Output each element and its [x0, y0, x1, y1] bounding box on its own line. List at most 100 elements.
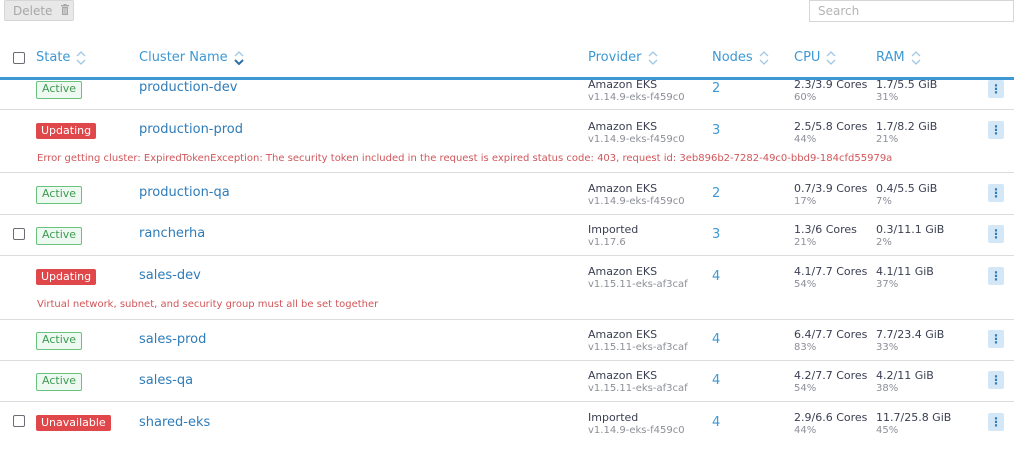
ram-value: 4.2/11 GiB [876, 369, 934, 382]
nodes-count: 2 [712, 81, 721, 96]
cpu-value: 1.3/6 Cores [794, 223, 857, 236]
column-header-state[interactable]: State [36, 50, 86, 65]
column-header-provider[interactable]: Provider [588, 50, 658, 65]
cpu-value: 4.1/7.7 Cores [794, 265, 868, 278]
kebab-icon[interactable]: ⋮ [988, 80, 1004, 98]
provider-name: Amazon EKS [588, 369, 658, 382]
cpu-value: 2.9/6.6 Cores [794, 411, 868, 424]
kebab-icon[interactable]: ⋮ [988, 184, 1004, 202]
provider-cell: Amazon EKS v1.14.9-eks-f459c0 [588, 78, 685, 104]
ram-cell: 4.2/11 GiB 38% [876, 369, 934, 395]
cluster-name-link[interactable]: production-prod [139, 122, 243, 137]
ram-cell: 11.7/25.8 GiB 45% [876, 411, 951, 437]
cluster-name-link[interactable]: sales-qa [139, 373, 193, 388]
cluster-name-link[interactable]: shared-eks [139, 415, 210, 430]
kebab-icon[interactable]: ⋮ [988, 121, 1004, 139]
cpu-percent: 17% [794, 196, 817, 207]
column-header-ram[interactable]: RAM [876, 50, 921, 65]
sort-icon [759, 50, 769, 65]
cpu-value: 2.5/5.8 Cores [794, 120, 868, 133]
status-badge: Updating [36, 269, 97, 285]
column-header-cluster-name-label: Cluster Name [139, 50, 228, 65]
cluster-name-link[interactable]: rancherha [139, 226, 205, 241]
cpu-cell: 6.4/7.7 Cores 83% [794, 328, 867, 354]
column-header-nodes[interactable]: Nodes [712, 50, 769, 65]
column-header-ram-label: RAM [876, 50, 905, 65]
ram-value: 11.7/25.8 GiB [876, 411, 952, 424]
sort-icon [648, 50, 658, 65]
cluster-name-link[interactable]: sales-prod [139, 332, 206, 347]
sort-icon [911, 50, 921, 65]
cpu-percent: 44% [794, 134, 817, 145]
cluster-name-link[interactable]: production-dev [139, 80, 237, 95]
status-badge: Unavailable [36, 415, 111, 431]
provider-name: Amazon EKS [588, 265, 658, 278]
column-header-cluster-name[interactable]: Cluster Name [139, 50, 244, 65]
ram-value: 1.7/8.2 GiB [876, 120, 938, 133]
column-header-provider-label: Provider [588, 50, 642, 65]
kebab-icon[interactable]: ⋮ [988, 267, 1004, 285]
row-checkbox[interactable] [13, 228, 25, 240]
cpu-percent: 54% [794, 279, 817, 290]
provider-name: Amazon EKS [588, 120, 658, 133]
search-input[interactable] [809, 0, 1014, 22]
cpu-value: 4.2/7.7 Cores [794, 369, 868, 382]
nodes-count: 4 [712, 269, 721, 284]
ram-value: 4.1/11 GiB [876, 265, 934, 278]
cpu-cell: 4.2/7.7 Cores 54% [794, 369, 867, 395]
column-header-cpu-label: CPU [794, 50, 821, 65]
provider-cell: Amazon EKS v1.15.11-eks-af3caf [588, 328, 688, 354]
sort-down-icon [233, 50, 244, 65]
ram-percent: 31% [876, 92, 899, 103]
cpu-value: 6.4/7.7 Cores [794, 328, 868, 341]
cpu-cell: 4.1/7.7 Cores 54% [794, 265, 867, 291]
provider-version: v1.14.9-eks-f459c0 [588, 92, 685, 103]
row-divider [0, 319, 1014, 320]
status-badge: Updating [36, 123, 97, 139]
provider-name: Amazon EKS [588, 328, 658, 341]
kebab-icon[interactable]: ⋮ [988, 225, 1004, 243]
cpu-cell: 2.5/5.8 Cores 44% [794, 120, 867, 146]
kebab-icon[interactable]: ⋮ [988, 330, 1004, 348]
ram-percent: 21% [876, 134, 899, 145]
provider-cell: Imported v1.17.6 [588, 223, 638, 249]
provider-version: v1.15.11-eks-af3caf [588, 383, 688, 394]
ram-percent: 2% [876, 237, 892, 248]
row-checkbox[interactable] [13, 415, 25, 427]
cluster-name-link[interactable]: sales-dev [139, 268, 201, 283]
status-badge: Active [36, 81, 83, 99]
provider-name: Imported [588, 411, 639, 424]
delete-button[interactable]: Delete [4, 0, 74, 21]
column-header-nodes-label: Nodes [712, 50, 753, 65]
ram-percent: 37% [876, 279, 899, 290]
delete-label: Delete [13, 4, 53, 18]
ram-cell: 4.1/11 GiB 37% [876, 265, 934, 291]
provider-cell: Imported v1.14.9-eks-f459c0 [588, 411, 685, 437]
cpu-cell: 2.9/6.6 Cores 44% [794, 411, 867, 437]
sort-icon [76, 50, 86, 65]
row-divider [0, 214, 1014, 215]
cpu-percent: 44% [794, 425, 817, 436]
ram-cell: 0.4/5.5 GiB 7% [876, 182, 937, 208]
kebab-icon[interactable]: ⋮ [988, 413, 1004, 431]
kebab-icon[interactable]: ⋮ [988, 371, 1004, 389]
select-all-checkbox[interactable] [13, 52, 25, 64]
nodes-count: 4 [712, 332, 721, 347]
nodes-count: 4 [712, 415, 721, 430]
ram-value: 7.7/23.4 GiB [876, 328, 945, 341]
ram-cell: 1.7/8.2 GiB 21% [876, 120, 937, 146]
cpu-cell: 2.3/3.9 Cores 60% [794, 78, 867, 104]
ram-value: 0.3/11.1 GiB [876, 223, 945, 236]
provider-version: v1.14.9-eks-f459c0 [588, 134, 685, 145]
cpu-cell: 0.7/3.9 Cores 17% [794, 182, 867, 208]
ram-percent: 33% [876, 342, 899, 353]
provider-name: Imported [588, 223, 639, 236]
provider-version: v1.17.6 [588, 237, 626, 248]
row-divider [0, 255, 1014, 256]
cpu-percent: 21% [794, 237, 817, 248]
cluster-name-link[interactable]: production-qa [139, 185, 230, 200]
provider-version: v1.15.11-eks-af3caf [588, 342, 688, 353]
column-header-cpu[interactable]: CPU [794, 50, 836, 65]
nodes-count: 4 [712, 373, 721, 388]
cpu-percent: 54% [794, 383, 817, 394]
